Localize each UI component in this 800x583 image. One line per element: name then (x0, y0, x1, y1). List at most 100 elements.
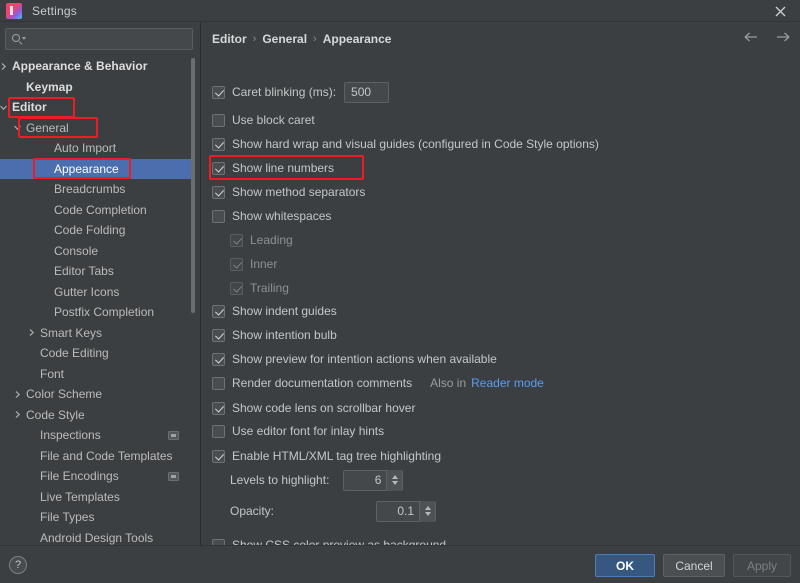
chevron-right-icon[interactable] (0, 61, 8, 71)
sidebar-item-smart-keys[interactable]: Smart Keys (0, 323, 191, 344)
option-label: Use block caret (232, 113, 315, 127)
reader-mode-link[interactable]: Reader mode (471, 376, 544, 390)
sidebar-item-label: Breadcrumbs (54, 182, 126, 197)
checkbox-show-line-numbers[interactable] (212, 161, 225, 175)
option-show-indent-guides[interactable]: Show indent guides (212, 303, 337, 319)
sidebar-item-label: Inspections (40, 428, 101, 443)
sidebar-item-auto-import[interactable]: Auto Import (0, 138, 191, 159)
ok-button[interactable]: OK (595, 554, 655, 577)
checkbox-show-method-separators[interactable] (212, 185, 225, 199)
chevron-down-icon[interactable] (12, 123, 22, 133)
sidebar-item-appearance[interactable]: Appearance (0, 158, 191, 179)
checkbox-render-doc-comments[interactable] (212, 376, 225, 390)
option-show-whitespaces[interactable]: Show whitespaces (212, 208, 331, 224)
sidebar-item-general[interactable]: General (0, 118, 191, 139)
option-use-editor-font-inlay[interactable]: Use editor font for inlay hints (212, 423, 384, 439)
chevron-right-icon[interactable] (26, 328, 36, 338)
sidebar-item-console[interactable]: Console (0, 241, 191, 262)
chevron-right-icon[interactable] (12, 410, 22, 420)
opacity-spin-buttons[interactable] (419, 500, 436, 522)
sidebar-item-font[interactable]: Font (0, 364, 191, 385)
chevron-right-icon[interactable] (12, 389, 22, 399)
option-show-code-lens[interactable]: Show code lens on scrollbar hover (212, 400, 415, 416)
settings-sync-badge-icon (168, 430, 179, 440)
option-render-doc-comments[interactable]: Render documentation comments Also in Read… (212, 375, 544, 391)
search-icon (12, 33, 26, 46)
checkbox-show-code-lens[interactable] (212, 401, 225, 415)
checkbox-use-editor-font-inlay[interactable] (212, 424, 225, 438)
search-box[interactable] (5, 28, 193, 50)
search-field-wrapper[interactable] (5, 28, 193, 50)
option-show-method-separators[interactable]: Show method separators (212, 184, 365, 200)
title-bar: Settings (0, 0, 800, 22)
sidebar-item-editor[interactable]: Editor (0, 97, 191, 118)
chevron-down-icon[interactable] (424, 512, 431, 516)
checkbox-show-hard-wrap[interactable] (212, 137, 225, 151)
sidebar-item-breadcrumbs[interactable]: Breadcrumbs (0, 179, 191, 200)
caret-blinking-value: 500 (351, 85, 372, 99)
sidebar-scrollbar-thumb[interactable] (191, 58, 195, 313)
sidebar-item-color-scheme[interactable]: Color Scheme (0, 384, 191, 405)
option-use-block-caret[interactable]: Use block caret (212, 112, 315, 128)
checkbox-whitespace-trailing (230, 281, 243, 295)
option-caret-blinking[interactable]: Caret blinking (ms): 500 (212, 81, 390, 103)
checkbox-caret-blinking[interactable] (212, 85, 225, 99)
option-show-hard-wrap[interactable]: Show hard wrap and visual guides (config… (212, 136, 599, 152)
checkbox-show-intention-bulb[interactable] (212, 328, 225, 342)
sidebar-item-gutter-icons[interactable]: Gutter Icons (0, 282, 191, 303)
help-button[interactable]: ? (9, 556, 27, 574)
sidebar-item-postfix-completion[interactable]: Postfix Completion (0, 302, 191, 323)
sidebar-item-editor-tabs[interactable]: Editor Tabs (0, 261, 191, 282)
checkbox-use-block-caret[interactable] (212, 113, 225, 127)
checkbox-enable-html-tag-tree[interactable] (212, 449, 225, 463)
option-show-line-numbers[interactable]: Show line numbers (212, 160, 334, 176)
sidebar-item-label: Keymap (26, 79, 73, 94)
levels-to-highlight-stepper[interactable]: 6 (343, 469, 404, 491)
sidebar-item-appearance-behavior[interactable]: Appearance & Behavior (0, 56, 191, 77)
option-show-intention-bulb[interactable]: Show intention bulb (212, 327, 337, 343)
sidebar-item-label: Postfix Completion (54, 305, 155, 320)
option-label: Show method separators (232, 185, 366, 199)
settings-tree[interactable]: Appearance & Behavior Keymap Editor General… (0, 56, 192, 545)
close-icon[interactable] (760, 0, 800, 22)
sidebar-item-file-encodings[interactable]: File Encodings (0, 466, 191, 487)
sidebar-item-android-design-tools[interactable]: Android Design Tools (0, 528, 191, 546)
cancel-button[interactable]: Cancel (663, 554, 725, 577)
option-label: Show indent guides (232, 304, 337, 318)
intellij-idea-icon (6, 2, 22, 19)
sidebar-item-code-folding[interactable]: Code Folding (0, 220, 191, 241)
chevron-up-icon[interactable] (424, 506, 431, 510)
sidebar-item-live-templates[interactable]: Live Templates (0, 487, 191, 508)
checkbox-show-whitespaces[interactable] (212, 209, 225, 223)
checkbox-whitespace-leading (230, 233, 243, 247)
option-label: Caret blinking (ms): (232, 85, 337, 99)
sidebar-item-keymap[interactable]: Keymap (0, 77, 191, 98)
sidebar-item-code-editing[interactable]: Code Editing (0, 343, 191, 364)
option-whitespace-trailing[interactable]: Trailing (230, 280, 289, 296)
checkbox-show-indent-guides[interactable] (212, 304, 225, 318)
option-label: Trailing (250, 281, 289, 295)
option-whitespace-inner[interactable]: Inner (230, 256, 277, 272)
option-show-preview-intention[interactable]: Show preview for intention actions when … (212, 351, 497, 367)
chevron-up-icon[interactable] (391, 475, 398, 479)
sidebar-item-file-types[interactable]: File Types (0, 507, 191, 528)
sidebar-item-label: Code Editing (40, 346, 109, 361)
chevron-down-icon[interactable] (391, 481, 398, 485)
levels-to-highlight-spin-buttons[interactable] (386, 469, 403, 491)
sidebar-item-file-and-code-templates[interactable]: File and Code Templates (0, 446, 191, 467)
search-input[interactable] (25, 33, 192, 45)
option-enable-html-tag-tree[interactable]: Enable HTML/XML tag tree highlighting (212, 448, 441, 464)
opacity-label: Opacity: (230, 504, 275, 518)
levels-to-highlight-row: Levels to highlight: 6 (230, 469, 404, 491)
option-label: Render documentation comments (232, 376, 413, 390)
sidebar-item-code-completion[interactable]: Code Completion (0, 200, 191, 221)
sidebar-item-inspections[interactable]: Inspections (0, 425, 191, 446)
opacity-stepper[interactable]: 0.1 (376, 500, 437, 522)
settings-main-panel: Editor › General › Appearance Caret blinking… (201, 22, 800, 552)
option-label: Leading (250, 233, 293, 247)
caret-blinking-input[interactable]: 500 (344, 81, 390, 103)
checkbox-show-preview-intention[interactable] (212, 352, 225, 366)
sidebar-item-code-style[interactable]: Code Style (0, 405, 191, 426)
option-whitespace-leading[interactable]: Leading (230, 232, 293, 248)
chevron-down-icon[interactable] (0, 102, 8, 112)
